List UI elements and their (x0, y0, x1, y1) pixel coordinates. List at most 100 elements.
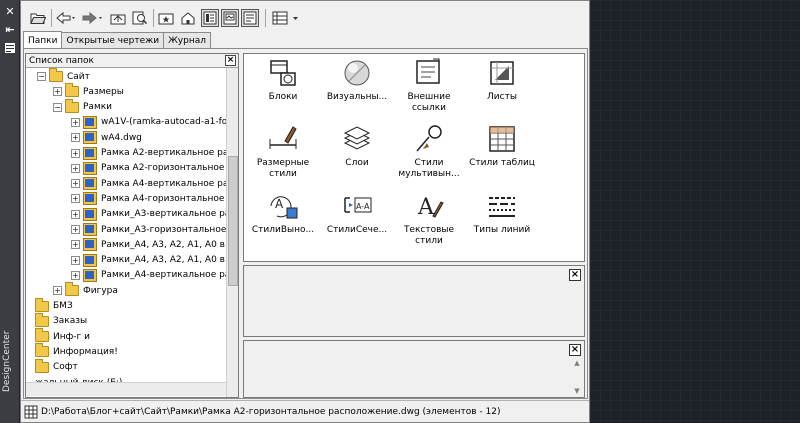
content-item[interactable]: Типы линий (465, 190, 539, 252)
content-item-label: Листы (487, 92, 517, 102)
section-styles-icon: A-A (344, 197, 372, 213)
tree-item-folder[interactable]: Инф-г и (35, 328, 90, 344)
status-bar: D:\Работа\Блог+сайт\Сайт\Рамки\Рамка А2-… (21, 400, 589, 422)
properties-icon[interactable] (3, 42, 17, 54)
expand-icon[interactable]: + (71, 225, 80, 234)
content-item-label: Стили мультивын... (398, 158, 460, 179)
tree-item-folder[interactable]: − Рамки (53, 98, 113, 115)
content-item[interactable]: Визуальны... (320, 57, 394, 119)
tree-item-drawing[interactable]: + wA1V-(ramka-autocad-a1-formata (71, 115, 226, 130)
expand-icon[interactable]: + (71, 240, 80, 250)
tab-folders[interactable]: Папки (23, 31, 63, 49)
content-item-label: Визуальны... (326, 92, 388, 102)
expand-icon[interactable]: + (71, 117, 80, 127)
drawing-canvas[interactable] (590, 0, 800, 423)
palette-title-strip[interactable]: ✕ ⇤ DesignCenter (0, 0, 20, 423)
tree-item-folder[interactable]: + Размеры (53, 83, 124, 99)
tree-item-drawing[interactable]: + Рамка А4-вертикальное распол (71, 176, 226, 191)
folder-list-title: Список папок (29, 56, 94, 66)
tree-vertical-scrollbar[interactable] (226, 68, 238, 397)
drawing-file-icon (83, 268, 98, 282)
expand-icon[interactable]: + (71, 270, 80, 280)
tree-item-drawing[interactable]: + Рамка А4-горизонтальное расп (71, 191, 226, 206)
drawing-file-icon (83, 238, 98, 252)
folder-tree[interactable]: − Сайт + Размеры − Рамки + wA1V-(ramka-autocad-… (26, 68, 226, 397)
tree-item-drawing[interactable]: + wA4.dwg (71, 130, 142, 145)
description-toggle-button[interactable] (241, 9, 259, 27)
tree-item-folder[interactable]: Информация! (35, 343, 118, 359)
content-item[interactable]: A СтилиВыно... (246, 190, 320, 252)
preview-toggle-button[interactable] (221, 9, 239, 27)
content-item[interactable]: Стили таблиц (465, 123, 539, 185)
tree-horizontal-scrollbar[interactable] (26, 382, 226, 396)
views-button[interactable] (271, 9, 305, 27)
tree-item-folder[interactable]: БМЗ (35, 297, 73, 314)
tree-item-drawing[interactable]: + Рамки_А4, А3, А2, А1, А0 в Au (71, 237, 226, 252)
preview-close-icon[interactable]: × (569, 269, 581, 281)
search-button[interactable] (131, 9, 149, 27)
folder-icon (35, 328, 50, 343)
content-item[interactable]: Размерные стили (246, 123, 320, 185)
expand-icon[interactable]: + (71, 133, 80, 143)
tree-item-folder[interactable]: Заказы (35, 312, 87, 329)
expand-icon[interactable]: + (71, 179, 80, 189)
description-close-icon[interactable]: × (569, 344, 581, 356)
tree-view-toggle-button[interactable] (201, 9, 219, 27)
tab-history[interactable]: Журнал (163, 32, 211, 49)
layouts-icon (490, 61, 514, 85)
tree-item-drawing[interactable]: + Рамка А2-вертикальное распол (71, 146, 226, 161)
content-item[interactable]: Слои (320, 123, 394, 185)
tree-scroll-thumb[interactable] (228, 156, 238, 286)
tab-strip: Папки Открытые чертежи Журнал (23, 31, 211, 49)
tree-item-folder[interactable]: + Фигура (53, 282, 118, 298)
tree-item-folder[interactable]: − Сайт (37, 68, 90, 84)
expand-icon[interactable]: + (71, 194, 80, 204)
content-item[interactable]: A-A СтилиСече... (320, 190, 394, 252)
designcenter-palette: Папки Открытые чертежи Журнал Список пап… (20, 0, 590, 423)
tree-item-drawing[interactable]: + Рамки_А4-вертикальное распо (71, 268, 226, 283)
load-button[interactable] (29, 9, 47, 27)
expand-icon[interactable]: + (71, 209, 80, 219)
back-button[interactable] (55, 9, 77, 27)
tree-item-label: Рамки (83, 102, 113, 113)
content-item-label: Текстовые стили (403, 225, 455, 246)
expand-icon[interactable]: + (53, 286, 62, 296)
svg-text:A-A: A-A (356, 202, 370, 211)
expand-icon[interactable]: + (53, 87, 62, 97)
tree-close-icon[interactable]: × (225, 55, 236, 66)
forward-button[interactable] (81, 9, 105, 27)
tree-item-folder[interactable]: Софт (35, 358, 78, 375)
content-item-label: СтилиСече... (326, 225, 388, 235)
content-item[interactable]: Внешние ссылки (392, 57, 466, 119)
home-button[interactable] (179, 9, 197, 27)
tree-item-drawing[interactable]: + Рамка А2-горизонтальное расп (71, 161, 226, 176)
content-item[interactable]: A Текстовые стили (392, 190, 466, 252)
tree-item-drawing[interactable]: + Рамки_А4, А3, А2, А1, А0 в Au (71, 253, 226, 268)
arrow-left-icon (56, 11, 75, 25)
tree-item-label: БМЗ (53, 301, 73, 311)
up-button[interactable] (109, 9, 127, 27)
arrow-right-icon (82, 11, 102, 25)
tree-item-drawing[interactable]: + Рамки_А3-горизонтальное рас (71, 222, 226, 237)
svg-text:A: A (275, 197, 284, 211)
tree-item-drawing[interactable]: + Рамки_А3-вертикальное распо (71, 207, 226, 222)
content-item[interactable]: Блоки (246, 57, 320, 119)
collapse-icon[interactable]: − (37, 72, 46, 81)
desc-scroll-down-icon[interactable]: ▼ (573, 387, 581, 395)
favorites-folder-icon (158, 13, 174, 25)
collapse-icon[interactable]: − (53, 102, 62, 112)
expand-icon[interactable]: + (71, 255, 80, 265)
tab-open-drawings[interactable]: Открытые чертежи (61, 32, 165, 49)
autohide-icon[interactable]: ⇤ (3, 24, 17, 36)
close-icon[interactable]: ✕ (3, 6, 17, 18)
expand-icon[interactable]: + (71, 163, 80, 173)
favorites-button[interactable] (157, 9, 175, 27)
tree-item-label: Рамки_А3-вертикальное распо (101, 209, 226, 220)
drawing-file-icon (83, 177, 98, 191)
folder-icon (65, 83, 80, 98)
folder-icon (65, 282, 80, 297)
desc-scroll-up-icon[interactable]: ▲ (573, 359, 581, 367)
content-item[interactable]: Листы (465, 57, 539, 119)
expand-icon[interactable]: + (71, 148, 80, 158)
content-item[interactable]: Стили мультивын... (392, 123, 466, 185)
